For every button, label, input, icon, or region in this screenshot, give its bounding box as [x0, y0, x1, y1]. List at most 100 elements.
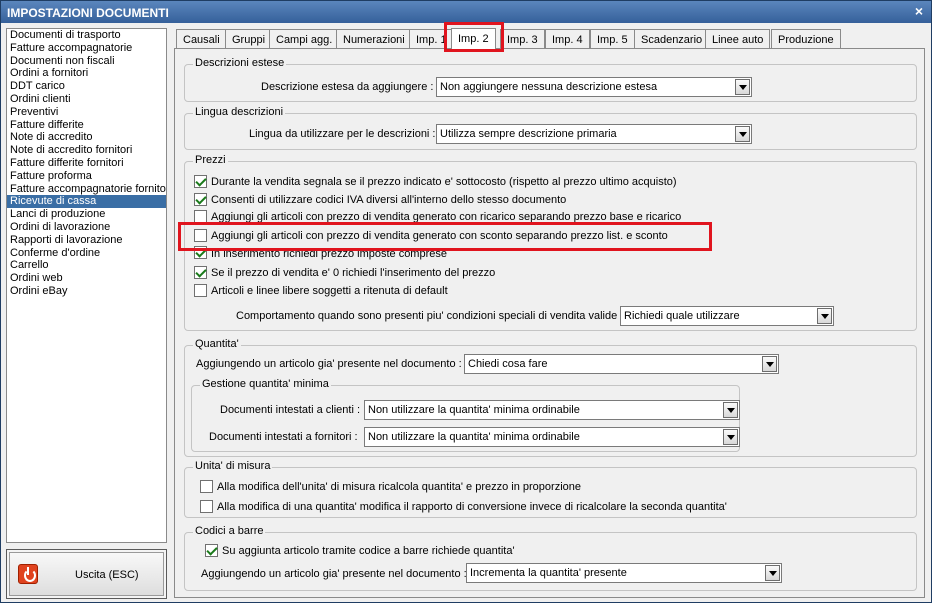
- list-item[interactable]: Conferme d'ordine: [7, 247, 166, 260]
- checkbox[interactable]: [205, 544, 218, 557]
- group-title: Lingua descrizioni: [193, 106, 286, 118]
- field-label: Lingua da utilizzare per le descrizioni …: [249, 128, 436, 140]
- list-item[interactable]: Ordini web: [7, 272, 166, 285]
- list-item[interactable]: Ordini a fornitori: [7, 67, 166, 80]
- group-prezzi: Prezzi Durante la vendita segnala se il …: [184, 154, 917, 331]
- exit-button[interactable]: Uscita (ESC): [6, 549, 167, 599]
- checkbox[interactable]: [200, 500, 213, 513]
- quantita-minima-fornitori-select[interactable]: Non utilizzare la quantita' minima ordin…: [364, 427, 740, 447]
- title-bar: IMPOSTAZIONI DOCUMENTI ×: [1, 1, 931, 23]
- tab-imp-5[interactable]: Imp. 5: [590, 29, 635, 49]
- tab-produzione[interactable]: Produzione: [771, 29, 841, 49]
- checkbox[interactable]: [194, 266, 207, 279]
- checkbox[interactable]: [194, 210, 207, 223]
- tab-scadenzario[interactable]: Scadenzario: [634, 29, 710, 49]
- list-item[interactable]: Carrello: [7, 259, 166, 272]
- checkbox[interactable]: [194, 246, 207, 259]
- tab-numerazioni[interactable]: Numerazioni: [336, 29, 412, 49]
- chevron-down-icon[interactable]: [735, 79, 750, 95]
- field-label: Documenti intestati a fornitori :: [209, 431, 358, 443]
- tab-campi-agg[interactable]: Campi agg.: [269, 29, 340, 49]
- chevron-down-icon[interactable]: [723, 402, 738, 418]
- list-item[interactable]: Fatture differite fornitori: [7, 157, 166, 170]
- select-value: Non aggiungere nessuna descrizione estes…: [440, 81, 658, 93]
- select-value: Chiedi cosa fare: [468, 358, 548, 370]
- group-lingua-descrizioni: Lingua descrizioni Lingua da utilizzare …: [184, 106, 917, 150]
- exit-button-label: Uscita (ESC): [75, 569, 139, 581]
- list-item[interactable]: Ordini clienti: [7, 93, 166, 106]
- checkbox[interactable]: [194, 284, 207, 297]
- group-title: Quantita': [193, 338, 241, 350]
- list-item[interactable]: Note di accredito: [7, 131, 166, 144]
- select-value: Utilizza sempre descrizione primaria: [440, 128, 617, 140]
- select-value: Non utilizzare la quantita' minima ordin…: [368, 431, 580, 443]
- list-item[interactable]: Fatture differite: [7, 119, 166, 132]
- list-item[interactable]: DDT carico: [7, 80, 166, 93]
- chevron-down-icon[interactable]: [765, 565, 780, 581]
- checkbox-label: Se il prezzo di vendita e' 0 richiedi l'…: [211, 267, 496, 279]
- group-title: Prezzi: [193, 154, 228, 166]
- list-item[interactable]: Fatture accompagnatorie fornito: [7, 183, 166, 196]
- checkbox-label: Su aggiunta articolo tramite codice a ba…: [222, 545, 515, 557]
- list-item[interactable]: Documenti di trasporto: [7, 29, 166, 42]
- codici-barre-select[interactable]: Incrementa la quantita' presente: [466, 563, 782, 583]
- quantita-minima-clienti-select[interactable]: Non utilizzare la quantita' minima ordin…: [364, 400, 740, 420]
- settings-window: IMPOSTAZIONI DOCUMENTI × Documenti di tr…: [0, 0, 932, 603]
- checkbox[interactable]: [194, 193, 207, 206]
- group-title: Codici a barre: [193, 525, 266, 537]
- field-label: Descrizione estesa da aggiungere :: [261, 81, 434, 93]
- list-item[interactable]: Rapporti di lavorazione: [7, 234, 166, 247]
- lingua-select[interactable]: Utilizza sempre descrizione primaria: [436, 124, 752, 144]
- list-item[interactable]: Ordini eBay: [7, 285, 166, 298]
- tab-gruppi[interactable]: Gruppi: [225, 29, 273, 49]
- select-value: Incrementa la quantita' presente: [470, 567, 627, 579]
- tab-imp-1[interactable]: Imp. 1: [409, 29, 454, 49]
- tab-causali[interactable]: Causali: [176, 29, 227, 49]
- group-quantita: Quantita' Aggiungendo un articolo gia' p…: [184, 338, 917, 457]
- descrizione-estesa-select[interactable]: Non aggiungere nessuna descrizione estes…: [436, 77, 752, 97]
- window-title: IMPOSTAZIONI DOCUMENTI: [7, 6, 169, 20]
- chevron-down-icon[interactable]: [723, 429, 738, 445]
- field-label: Comportamento quando sono presenti piu' …: [236, 310, 624, 322]
- list-item-selected[interactable]: Ricevute di cassa: [7, 195, 166, 209]
- group-codici-barre: Codici a barre Su aggiunta articolo tram…: [184, 525, 917, 591]
- group-title: Unita' di misura: [193, 460, 273, 472]
- chevron-down-icon[interactable]: [762, 356, 777, 372]
- quantita-select[interactable]: Chiedi cosa fare: [464, 354, 779, 374]
- tab-imp-2[interactable]: Imp. 2: [451, 28, 496, 50]
- group-unita-misura: Unita' di misura Alla modifica dell'unit…: [184, 460, 917, 518]
- close-icon[interactable]: ×: [915, 3, 923, 19]
- checkbox-label: Articoli e linee libere soggetti a riten…: [211, 285, 448, 297]
- field-label: Aggiungendo un articolo gia' presente ne…: [201, 568, 467, 580]
- list-item[interactable]: Lanci di produzione: [7, 208, 166, 221]
- chevron-down-icon[interactable]: [817, 308, 832, 324]
- list-item[interactable]: Fatture accompagnatorie: [7, 42, 166, 55]
- list-item[interactable]: Preventivi: [7, 106, 166, 119]
- checkbox-label: Alla modifica di una quantita' modifica …: [217, 501, 727, 513]
- checkbox-label: Durante la vendita segnala se il prezzo …: [211, 176, 677, 188]
- checkbox[interactable]: [200, 480, 213, 493]
- group-descrizioni-estese: Descrizioni estese Descrizione estesa da…: [184, 57, 917, 102]
- field-label: Aggiungendo un articolo gia' presente ne…: [196, 358, 462, 370]
- condizioni-speciali-select[interactable]: Richiedi quale utilizzare: [620, 306, 834, 326]
- group-quantita-minima: Gestione quantita' minima Documenti inte…: [191, 378, 740, 452]
- list-item[interactable]: Documenti non fiscali: [7, 55, 166, 68]
- tab-imp-3[interactable]: Imp. 3: [500, 29, 545, 49]
- group-title: Gestione quantita' minima: [200, 378, 331, 390]
- checkbox[interactable]: [194, 229, 207, 242]
- checkbox[interactable]: [194, 175, 207, 188]
- list-item[interactable]: Fatture proforma: [7, 170, 166, 183]
- checkbox-label: Alla modifica dell'unita' di misura rica…: [217, 481, 581, 493]
- document-type-list[interactable]: Documenti di trasporto Fatture accompagn…: [6, 28, 167, 543]
- tab-linee-auto[interactable]: Linee auto: [705, 29, 771, 49]
- group-title: Descrizioni estese: [193, 57, 287, 69]
- checkbox-label: Aggiungi gli articoli con prezzo di vend…: [211, 211, 682, 223]
- list-item[interactable]: Ordini di lavorazione: [7, 221, 166, 234]
- chevron-down-icon[interactable]: [735, 126, 750, 142]
- list-item[interactable]: Note di accredito fornitori: [7, 144, 166, 157]
- select-value: Non utilizzare la quantita' minima ordin…: [368, 404, 580, 416]
- checkbox-label: In inserimento richiedi prezzo imposte c…: [211, 248, 447, 260]
- field-label: Documenti intestati a clienti :: [220, 404, 361, 416]
- power-icon: [18, 564, 38, 584]
- tab-imp-4[interactable]: Imp. 4: [545, 29, 590, 49]
